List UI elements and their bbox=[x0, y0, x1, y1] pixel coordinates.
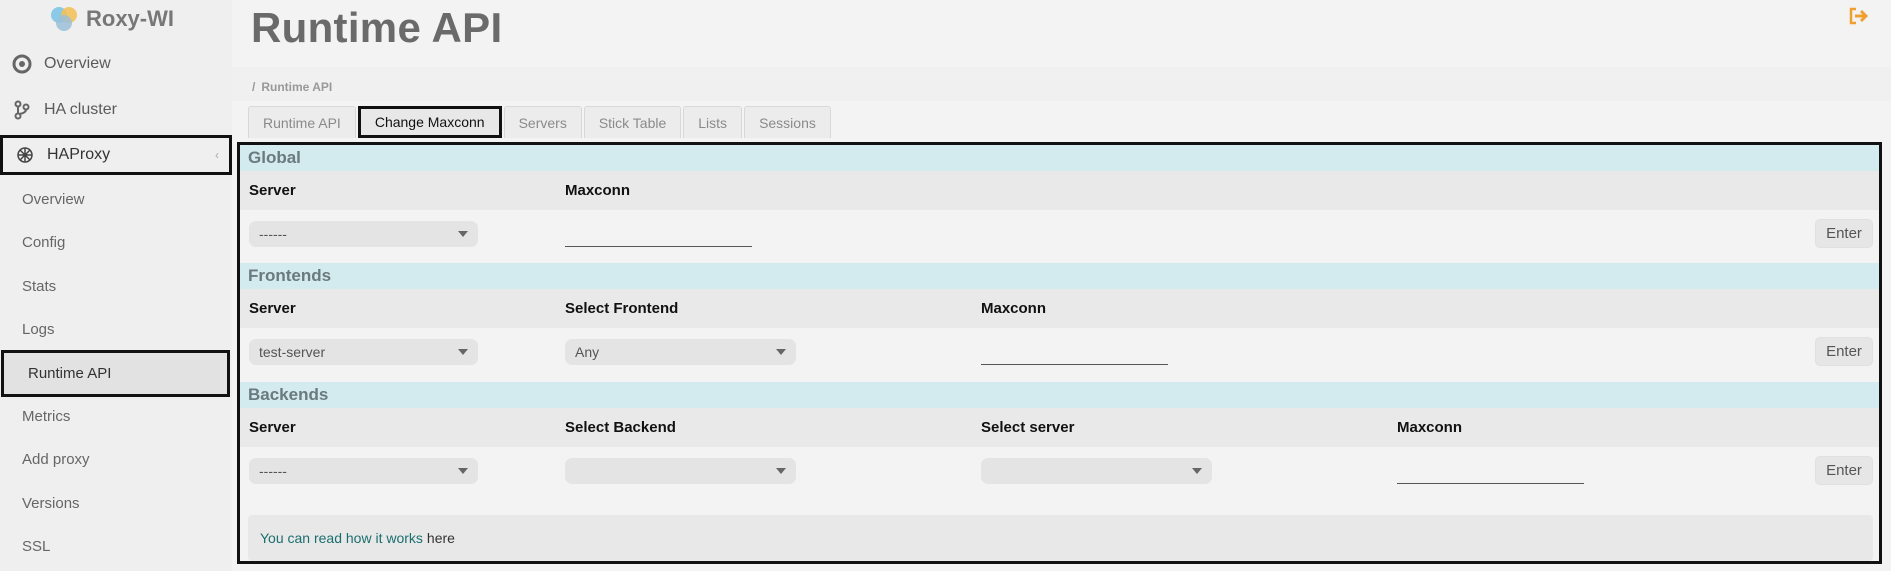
backends-server-label: Server bbox=[249, 419, 296, 436]
sidebar-subitem-label: Overview bbox=[22, 190, 85, 208]
frontends-label-row: Server Select Frontend Maxconn bbox=[240, 289, 1879, 328]
tab-stick-table[interactable]: Stick Table bbox=[583, 106, 682, 138]
frontends-select-frontend-label: Select Frontend bbox=[565, 300, 679, 317]
app-logo[interactable]: Roxy-WI bbox=[48, 3, 174, 35]
sidebar-item-label: HAProxy bbox=[47, 146, 111, 163]
sidebar-subitem-versions[interactable]: Versions bbox=[0, 483, 232, 523]
sidebar-item-overview[interactable]: Overview bbox=[0, 44, 232, 84]
sidebar-subitem-overview[interactable]: Overview bbox=[0, 179, 232, 219]
chevron-down-icon bbox=[458, 231, 468, 237]
frontends-frontend-select[interactable]: Any bbox=[565, 339, 796, 365]
frontends-maxconn-input[interactable] bbox=[981, 341, 1168, 365]
sidebar-subitem-ssl[interactable]: SSL bbox=[0, 526, 232, 566]
tab-change-maxconn[interactable]: Change Maxconn bbox=[357, 106, 502, 138]
breadcrumb-item[interactable]: Runtime API bbox=[261, 80, 332, 94]
chevron-down-icon bbox=[776, 468, 786, 474]
tab-lists[interactable]: Lists bbox=[683, 106, 743, 138]
change-maxconn-panel: Global Server Maxconn ------ Enter Front… bbox=[237, 142, 1882, 564]
overview-icon bbox=[10, 54, 34, 74]
sidebar-item-ha-cluster[interactable]: HA cluster bbox=[0, 90, 232, 130]
frontends-field-row: test-server Any Enter bbox=[240, 328, 1879, 375]
sidebar-subitem-label: Config bbox=[22, 233, 66, 251]
app-name: Roxy-WI bbox=[86, 6, 174, 31]
backends-select-server-label: Select server bbox=[981, 419, 1075, 436]
global-server-select[interactable]: ------ bbox=[249, 221, 478, 247]
frontends-server-select[interactable]: test-server bbox=[249, 339, 478, 365]
backends-server-value: ------ bbox=[259, 463, 287, 479]
backends-backend-select[interactable] bbox=[565, 458, 796, 484]
frontends-enter-button[interactable]: Enter bbox=[1815, 337, 1873, 366]
chevron-down-icon bbox=[1192, 468, 1202, 474]
sidebar-subitem-label: Runtime API bbox=[28, 365, 112, 382]
sidebar-item-label: Overview bbox=[44, 55, 111, 72]
backends-select-backend-label: Select Backend bbox=[565, 419, 676, 436]
help-note: You can read how it works here bbox=[248, 515, 1873, 561]
chevron-down-icon bbox=[458, 468, 468, 474]
sidebar-subitem-runtime-api[interactable]: Runtime API bbox=[1, 350, 230, 397]
section-frontends-title: Frontends bbox=[240, 263, 1879, 289]
roxy-logo-icon bbox=[48, 3, 80, 35]
backends-enter-button[interactable]: Enter bbox=[1815, 456, 1873, 485]
frontends-frontend-value: Any bbox=[575, 344, 600, 360]
sidebar-item-label: HA cluster bbox=[44, 101, 117, 118]
breadcrumb-separator: / bbox=[252, 80, 256, 94]
sidebar-subitem-stats[interactable]: Stats bbox=[0, 266, 232, 306]
backends-field-row: ------ Enter bbox=[240, 447, 1879, 494]
chevron-down-icon bbox=[776, 349, 786, 355]
frontends-server-label: Server bbox=[249, 300, 296, 317]
tab-runtime-api[interactable]: Runtime API bbox=[248, 106, 356, 138]
sidebar-subitem-label: SSL bbox=[22, 537, 51, 555]
logout-icon[interactable] bbox=[1848, 7, 1870, 25]
sidebar-subitem-label: Add proxy bbox=[22, 450, 90, 468]
breadcrumb-bar bbox=[232, 67, 1891, 101]
backends-server-name-select[interactable] bbox=[981, 458, 1212, 484]
help-suffix: here bbox=[426, 530, 455, 546]
backends-label-row: Server Select Backend Select server Maxc… bbox=[240, 408, 1879, 447]
global-maxconn-input[interactable] bbox=[565, 223, 752, 247]
sidebar-item-haproxy[interactable]: HAProxy ‹ bbox=[0, 135, 232, 175]
sidebar-subitem-label: Metrics bbox=[22, 407, 71, 425]
tab-bar: Runtime API Change Maxconn Servers Stick… bbox=[248, 106, 833, 139]
sidebar-subitem-logs[interactable]: Logs bbox=[0, 309, 232, 349]
backends-maxconn-label: Maxconn bbox=[1397, 419, 1463, 436]
frontends-server-value: test-server bbox=[259, 344, 326, 360]
chevron-down-icon bbox=[458, 349, 468, 355]
sidebar-subitem-label: Logs bbox=[22, 320, 55, 338]
global-server-label: Server bbox=[249, 182, 296, 199]
git-branch-icon bbox=[10, 100, 34, 120]
chevron-left-icon: ‹ bbox=[215, 148, 219, 162]
haproxy-icon bbox=[13, 146, 37, 164]
tab-servers[interactable]: Servers bbox=[503, 106, 582, 138]
tab-sessions[interactable]: Sessions bbox=[744, 106, 831, 138]
section-global-title: Global bbox=[240, 145, 1879, 171]
backends-maxconn-input[interactable] bbox=[1397, 460, 1584, 484]
sidebar-subitem-add-proxy[interactable]: Add proxy bbox=[0, 439, 232, 479]
global-label-row: Server Maxconn bbox=[240, 171, 1879, 210]
sidebar-subitem-config[interactable]: Config bbox=[0, 222, 232, 262]
sidebar-subitem-label: Stats bbox=[22, 277, 57, 295]
frontends-maxconn-label: Maxconn bbox=[981, 300, 1047, 317]
global-maxconn-label: Maxconn bbox=[565, 182, 631, 199]
global-field-row: ------ Enter bbox=[240, 210, 1879, 257]
help-link[interactable]: You can read how it works bbox=[260, 530, 423, 546]
sidebar: Roxy-WI Overview HA cluster HAProxy ‹ Ov… bbox=[0, 0, 232, 571]
breadcrumb: / Runtime API bbox=[252, 80, 332, 94]
sidebar-subitem-label: Versions bbox=[22, 494, 80, 512]
sidebar-subitem-metrics[interactable]: Metrics bbox=[0, 396, 232, 436]
section-backends-title: Backends bbox=[240, 382, 1879, 408]
global-enter-button[interactable]: Enter bbox=[1815, 219, 1873, 248]
global-server-value: ------ bbox=[259, 226, 287, 242]
page-title: Runtime API bbox=[251, 4, 503, 51]
backends-server-select[interactable]: ------ bbox=[249, 458, 478, 484]
